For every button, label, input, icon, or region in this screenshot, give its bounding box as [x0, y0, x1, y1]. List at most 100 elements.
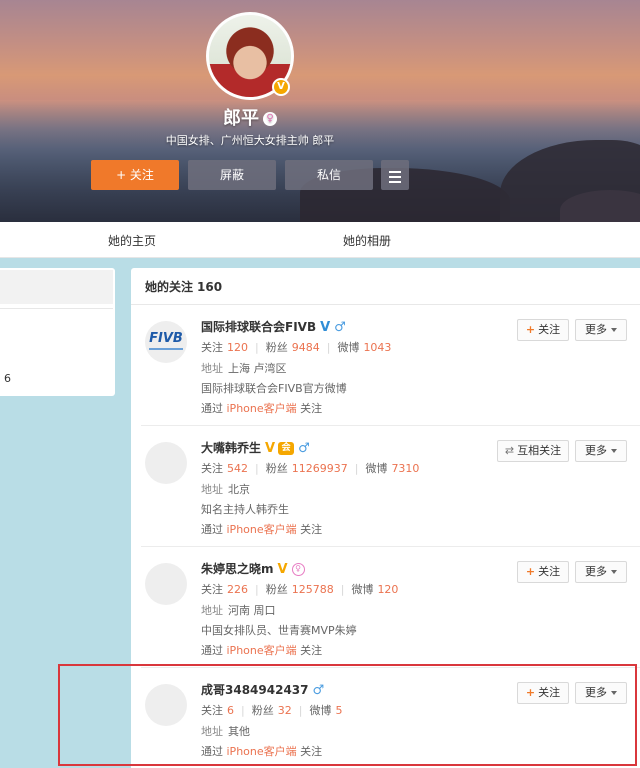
- via-link[interactable]: iPhone客户端: [227, 644, 297, 657]
- highlight-box: [58, 664, 637, 766]
- weibo-count[interactable]: 1043: [363, 341, 391, 354]
- verified-badge-icon: V: [272, 78, 290, 96]
- menu-icon: [381, 160, 409, 183]
- fans-label: 粉丝: [265, 462, 288, 475]
- user-name-row: 国际排球联合会FIVB V ♂: [201, 318, 346, 335]
- list-item: FIVB 国际排球联合会FIVB V ♂ 关注 120 | 粉丝 9484 | 微博 1043 地…: [131, 305, 640, 426]
- follow-source: 通过 iPhone客户端 关注: [201, 400, 322, 416]
- vip-club-icon: 会: [278, 442, 295, 455]
- user-avatar[interactable]: [145, 563, 187, 605]
- profile-tabs: 她的主页 她的相册: [0, 222, 640, 258]
- profile-description: 中国女排、广州恒大女排主帅 郎平: [165, 134, 335, 147]
- more-button[interactable]: 更多: [575, 561, 627, 583]
- user-name[interactable]: 国际排球联合会FIVB: [201, 320, 316, 334]
- user-name[interactable]: 大嘴韩乔生: [201, 441, 261, 455]
- follow-count[interactable]: 120: [227, 341, 248, 354]
- follow-user-button[interactable]: + 关注: [517, 561, 569, 583]
- user-stats: 关注 226 | 粉丝 125788 | 微博 120: [201, 583, 399, 596]
- user-address: 地址 河南 周口: [201, 602, 276, 618]
- follow-count[interactable]: 226: [227, 583, 248, 596]
- divider: [0, 308, 113, 309]
- exchange-icon: ⇄: [504, 444, 515, 457]
- via-prefix: 通过: [201, 523, 223, 536]
- verified-icon: V: [265, 441, 276, 456]
- fans-count[interactable]: 11269937: [292, 462, 348, 475]
- user-stats: 关注 542 | 粉丝 11269937 | 微博 7310: [201, 462, 420, 475]
- following-count: 160: [197, 280, 223, 294]
- via-link[interactable]: iPhone客户端: [227, 523, 297, 536]
- profile-name-row: 郎平 ♀: [0, 104, 500, 130]
- plus-icon: +: [525, 323, 536, 336]
- user-intro: 国际排球联合会FIVB官方微博: [201, 382, 347, 395]
- verified-icon: V: [320, 320, 331, 335]
- user-name[interactable]: 朱婷思之晓m: [201, 562, 274, 576]
- more-button[interactable]: 更多: [575, 319, 627, 341]
- follow-label: 关注: [201, 462, 223, 475]
- address-label: 地址: [201, 362, 223, 375]
- user-intro: 知名主持人韩乔生: [201, 503, 289, 516]
- mutual-follow-button[interactable]: ⇄ 互相关注: [497, 440, 569, 462]
- mutual-follow-label: 互相关注: [517, 444, 562, 457]
- via-suffix: 关注: [300, 402, 323, 415]
- follow-button-label: 关注: [538, 565, 561, 578]
- user-intro: 中国女排队员、世青赛MVP朱婷: [201, 624, 357, 637]
- logo-stripe: [149, 348, 183, 350]
- weibo-label: 微博: [351, 583, 374, 596]
- verified-icon: V: [277, 562, 288, 577]
- block-button[interactable]: 屏蔽: [188, 160, 276, 190]
- follow-count[interactable]: 542: [227, 462, 248, 475]
- more-button[interactable]: 更多: [575, 440, 627, 462]
- user-stats: 关注 120 | 粉丝 9484 | 微博 1043: [201, 341, 392, 354]
- fans-count[interactable]: 9484: [292, 341, 320, 354]
- weibo-count[interactable]: 120: [377, 583, 398, 596]
- follow-button[interactable]: + 关注: [91, 160, 179, 190]
- fivb-logo: FIVB: [149, 331, 183, 346]
- address-value: 上海 卢湾区: [228, 362, 287, 375]
- address-value: 河南 周口: [228, 604, 276, 617]
- following-title-text: 她的关注: [145, 280, 194, 294]
- via-link[interactable]: iPhone客户端: [227, 402, 297, 415]
- female-icon: ♀: [291, 563, 305, 576]
- user-name-row: 朱婷思之晓m V ♀: [201, 560, 305, 577]
- via-prefix: 通过: [201, 644, 223, 657]
- tab-home[interactable]: 她的主页: [108, 232, 156, 249]
- more-button-label: 更多: [585, 444, 607, 457]
- address-value: 北京: [228, 483, 250, 496]
- address-label: 地址: [201, 604, 223, 617]
- plus-icon: +: [525, 565, 536, 578]
- profile-banner: V 郎平 ♀ 中国女排、广州恒大女排主帅 郎平 + 关注 屏蔽 私信: [0, 0, 640, 222]
- follow-source: 通过 iPhone客户端 关注: [201, 521, 322, 537]
- more-button-label: 更多: [585, 565, 607, 578]
- list-item: 大嘴韩乔生 V 会 ♂ 关注 542 | 粉丝 11269937 | 微博 7310 地址 北京 知名…: [131, 426, 640, 547]
- following-title: 她的关注 160: [145, 278, 222, 295]
- fans-label: 粉丝: [265, 341, 288, 354]
- chevron-down-icon: [611, 449, 617, 453]
- more-button-label: 更多: [585, 323, 607, 336]
- fans-count[interactable]: 125788: [292, 583, 334, 596]
- user-address: 地址 上海 卢湾区: [201, 360, 287, 376]
- weibo-count[interactable]: 7310: [391, 462, 419, 475]
- more-menu-button[interactable]: [381, 160, 409, 190]
- female-icon: ♀: [263, 112, 277, 126]
- message-button[interactable]: 私信: [285, 160, 373, 190]
- tab-album[interactable]: 她的相册: [343, 232, 391, 249]
- left-sidebar-card: 6: [0, 268, 115, 396]
- weibo-label: 微博: [337, 341, 360, 354]
- male-icon: ♂: [298, 441, 310, 456]
- follow-label: 关注: [201, 341, 223, 354]
- sidebar-count: 6: [4, 372, 11, 385]
- sidebar-header: [0, 270, 113, 304]
- via-suffix: 关注: [300, 523, 323, 536]
- via-suffix: 关注: [300, 644, 323, 657]
- user-address: 地址 北京: [201, 481, 250, 497]
- follow-user-button[interactable]: + 关注: [517, 319, 569, 341]
- chevron-down-icon: [611, 570, 617, 574]
- follow-button-label: 关注: [538, 323, 561, 336]
- address-label: 地址: [201, 483, 223, 496]
- fans-label: 粉丝: [265, 583, 288, 596]
- user-avatar[interactable]: [145, 442, 187, 484]
- follow-label: 关注: [201, 583, 223, 596]
- follow-source: 通过 iPhone客户端 关注: [201, 642, 322, 658]
- via-prefix: 通过: [201, 402, 223, 415]
- user-avatar[interactable]: FIVB: [145, 321, 187, 363]
